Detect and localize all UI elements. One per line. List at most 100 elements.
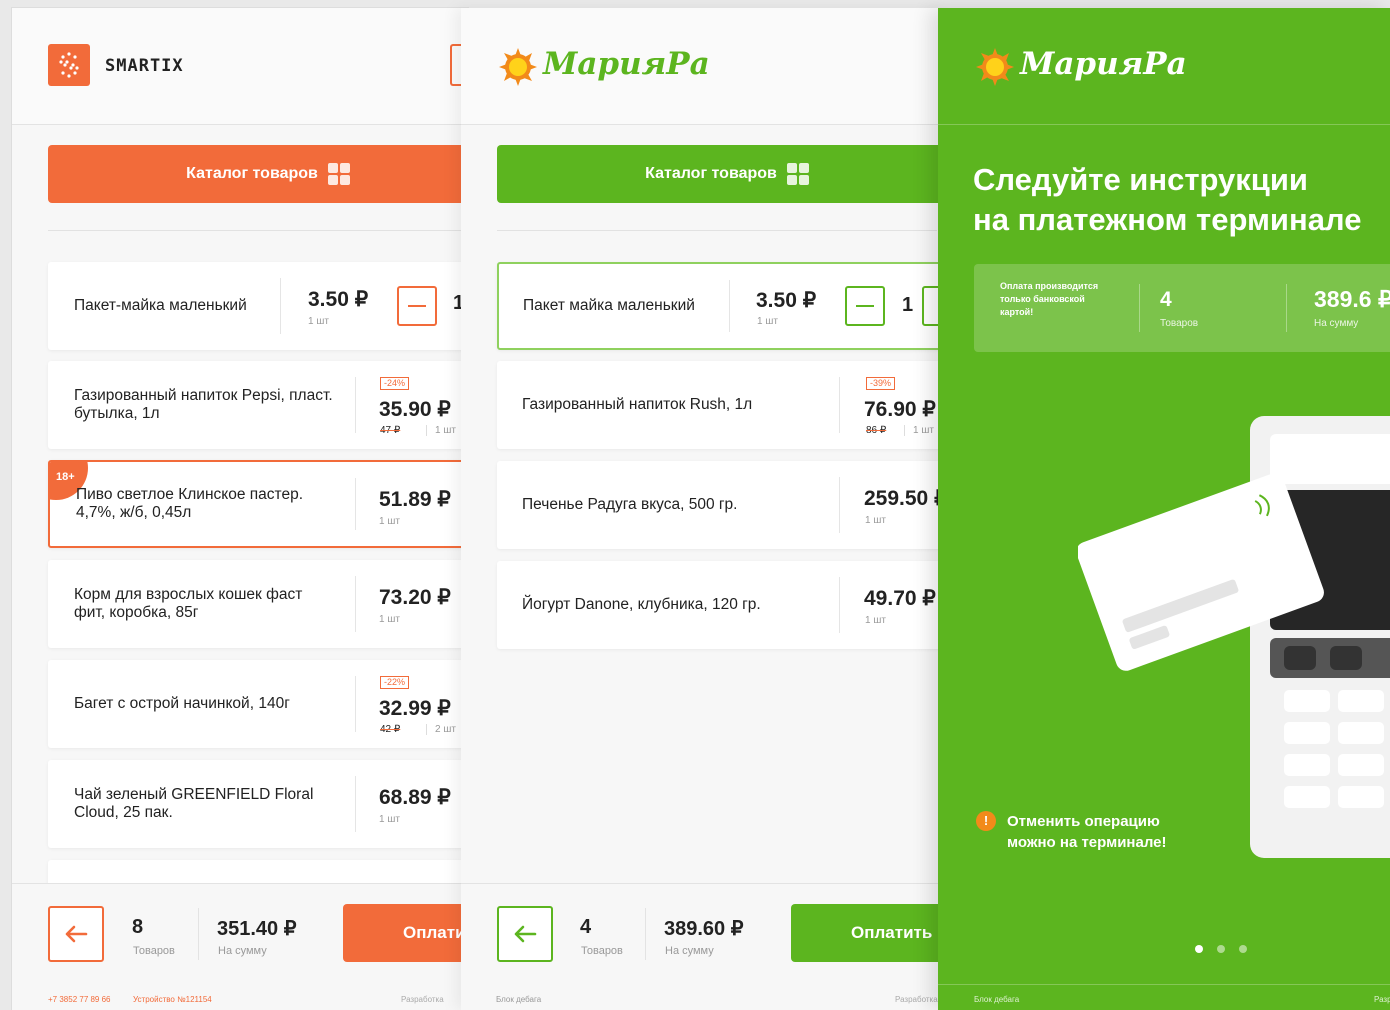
age-label: 18+ [56, 471, 75, 483]
cart-item[interactable]: Печенье Радуга вкуса, 500 гр. 259.50 ₽ 1… [497, 461, 946, 549]
warning-icon: ! [976, 811, 996, 831]
pager-dots [1195, 945, 1247, 953]
item-name: Корм для взрослых кошек фаст фит, коробк… [74, 586, 303, 621]
payment-info-box: Оплата производится только банковской ка… [974, 264, 1390, 352]
divider [355, 377, 356, 433]
cart-footer: 8 Товаров 351.40 ₽ На сумму Оплатить [12, 883, 468, 1010]
discount-badge: -24% [380, 377, 410, 390]
item-unit: 1 шт [865, 515, 886, 526]
item-quantity: 1 [902, 294, 914, 316]
cart-item[interactable]: Чай зеленый GREENFIELD Floral Cloud, 25 … [48, 760, 468, 848]
divider [645, 908, 646, 960]
brand-name: МарияРа [543, 46, 710, 82]
debug-block-label: Блок дебага [974, 995, 1020, 1004]
decrease-button[interactable] [845, 286, 885, 326]
item-unit: 2 шт [426, 724, 456, 735]
divider [355, 776, 356, 832]
item-price: 3.50 ₽ [756, 289, 817, 312]
cart-sum-label: На сумму [1314, 318, 1359, 329]
item-name: Чай зеленый GREENFIELD Floral Cloud, 25 … [74, 786, 314, 821]
cart-sum-label: На сумму [665, 945, 714, 957]
item-name: Печенье Радуга вкуса, 500 гр. [522, 496, 738, 513]
catalog-button[interactable]: Каталог товаров [48, 145, 468, 203]
item-name: Йогурт Danone, клубника, 120 гр. [522, 596, 761, 613]
minus-icon [408, 305, 426, 307]
cart-sum-label: На сумму [218, 945, 267, 957]
item-name: Багет с острой начинкой, 140г [74, 695, 290, 712]
divider [48, 230, 468, 231]
back-button[interactable] [497, 906, 553, 962]
divider [198, 908, 199, 960]
cart-item-selected[interactable]: Пакет майка маленький 3.50 ₽ 1 шт 1 [497, 262, 946, 350]
cancel-note-line1: Отменить операцию [1007, 813, 1160, 830]
item-unit: 1 шт [379, 814, 400, 825]
page-title-line1: Следуйте инструкции [973, 162, 1308, 197]
items-count-label: Товаров [133, 945, 175, 957]
cart-item[interactable]: Корм для взрослых кошек фаст фит, коробк… [48, 560, 468, 648]
cart-item-selected[interactable]: 18+ Пиво светлое Клинское пастер. 4,7%, … [48, 460, 468, 548]
developer-link[interactable]: Разработка [895, 995, 938, 1004]
sun-logo-icon [499, 48, 537, 86]
item-price: 68.89 ₽ [379, 786, 451, 809]
divider [839, 477, 840, 533]
header: SMARTIX [12, 8, 468, 125]
item-price: 32.99 ₽ [379, 697, 451, 720]
item-name: Пакет майка маленький [523, 297, 695, 314]
cancel-note-line2: можно на терминале! [1007, 834, 1167, 851]
divider [1286, 284, 1287, 332]
item-price: 3.50 ₽ [308, 288, 369, 311]
items-count-label: Товаров [1160, 318, 1199, 329]
item-unit: 1 шт [904, 425, 934, 436]
discount-badge: -39% [866, 377, 896, 390]
mariara-payment-screen: МарияРа Следуйте инструкции на платежном… [938, 8, 1390, 1010]
item-name: Пакет-майка маленький [74, 297, 247, 314]
developer-link[interactable]: Разр [1374, 995, 1390, 1004]
cart-sum: 389.60 ₽ [664, 918, 744, 940]
divider [729, 280, 730, 332]
divider [280, 278, 281, 334]
cart-footer: 4 Товаров 389.60 ₽ На сумму Оплатить [461, 883, 946, 1010]
pay-button[interactable]: Оплатить [791, 904, 946, 962]
item-unit: 1 шт [865, 615, 886, 626]
item-unit: 1 шт [308, 316, 329, 327]
developer-link[interactable]: Разработка [401, 995, 444, 1004]
cart-item[interactable]: Газированный напиток Rush, 1л -39% 76.90… [497, 361, 946, 449]
minus-icon [856, 305, 874, 307]
device-id: Устройство №121154 [133, 995, 212, 1004]
back-button[interactable] [48, 906, 104, 962]
item-price: 259.50 ₽ [864, 487, 946, 510]
cart-item[interactable]: Багет с острой начинкой, 140г -22% 32.99… [48, 660, 468, 748]
divider [839, 377, 840, 433]
cart-sum: 351.40 ₽ [217, 918, 297, 940]
arrow-left-icon [65, 925, 88, 943]
pay-button[interactable]: Оплатить [343, 904, 468, 962]
divider [355, 676, 356, 732]
item-price: 76.90 ₽ [864, 398, 936, 421]
brand-name: МарияРа [1020, 46, 1187, 82]
pager-dot-active [1195, 945, 1203, 953]
divider [938, 984, 1390, 985]
cart-item[interactable]: Пакет-майка маленький 3.50 ₽ 1 шт 1 [48, 262, 468, 350]
old-price: 42 ₽ [380, 724, 401, 735]
items-count: 8 [132, 916, 144, 938]
header: МарияРа [461, 8, 946, 125]
divider [839, 577, 840, 633]
pay-label: Оплатить [403, 923, 468, 942]
cart-item[interactable]: Газированный напиток Pepsi, пласт. бутыл… [48, 361, 468, 449]
grid-icon [786, 163, 809, 185]
item-price: 49.70 ₽ [864, 587, 936, 610]
item-name: Газированный напиток Pepsi, пласт. бутыл… [74, 387, 333, 422]
grid-icon [327, 163, 350, 185]
divider [1139, 284, 1140, 332]
cart-item[interactable]: Йогурт Danone, клубника, 120 гр. 49.70 ₽… [497, 561, 946, 649]
catalog-label: Каталог товаров [645, 165, 777, 182]
item-price: 35.90 ₽ [379, 398, 451, 421]
divider [355, 478, 356, 530]
item-price: 51.89 ₽ [379, 488, 451, 511]
card-only-note: Оплата производится только банковской ка… [1000, 281, 1099, 317]
smartix-logo-icon [48, 44, 90, 86]
smartix-screen: SMARTIX Каталог товаров Пакет-майка мале… [12, 8, 468, 1010]
decrease-button[interactable] [397, 286, 437, 326]
item-name: Газированный напиток Rush, 1л [522, 396, 753, 413]
catalog-button[interactable]: Каталог товаров [497, 145, 946, 203]
